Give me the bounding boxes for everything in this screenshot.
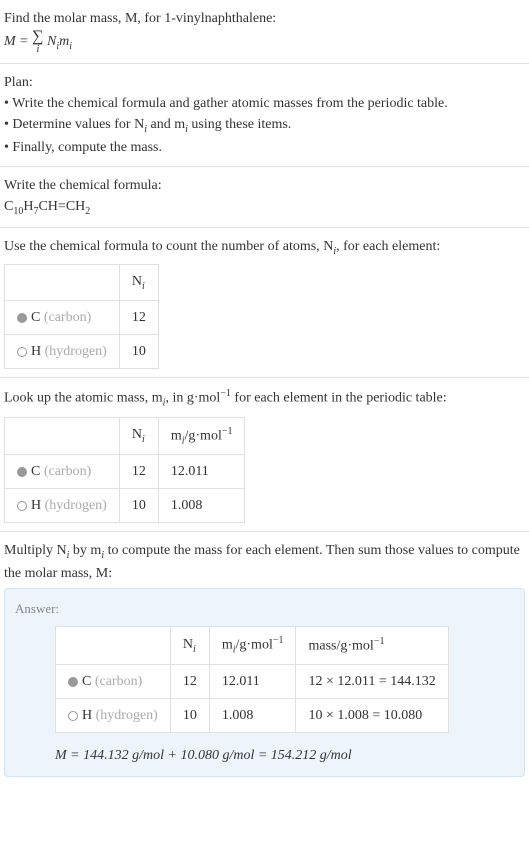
mi-cell: 12.011 — [158, 455, 245, 489]
table-row: C (carbon) 12 12.011 — [5, 455, 245, 489]
table-header-row: Ni mi/g·mol−1 — [5, 417, 245, 454]
chemformula-section: Write the chemical formula: C10H7CH=CH2 — [0, 167, 529, 228]
atomcount-table: Ni C (carbon) 12 H (hydrogen) 10 — [4, 264, 159, 369]
multiply-section: Multiply Ni by mi to compute the mass fo… — [0, 532, 529, 785]
col-mass: mass/g·mol−1 — [296, 627, 448, 664]
plan-header: Plan: — [4, 72, 525, 93]
mi-cell: 1.008 — [209, 698, 296, 732]
marker-filled-icon — [17, 467, 27, 477]
marker-filled-icon — [17, 313, 27, 323]
marker-empty-icon — [68, 711, 78, 721]
answer-box: Answer: Ni mi/g·mol−1 mass/g·mol−1 C (ca… — [4, 588, 525, 777]
atomcount-section: Use the chemical formula to count the nu… — [0, 228, 529, 379]
col-ni: Ni — [119, 265, 158, 301]
chemformula-value: C10H7CH=CH2 — [4, 196, 525, 219]
ni-cell: 12 — [170, 664, 209, 698]
atomicmass-header: Look up the atomic mass, mi, in g·mol−1 … — [4, 386, 525, 410]
plan-item: • Determine values for Ni and mi using t… — [4, 114, 525, 137]
marker-empty-icon — [17, 347, 27, 357]
element-cell: C (carbon) — [56, 664, 171, 698]
element-cell: H (hydrogen) — [5, 489, 120, 523]
atomicmass-section: Look up the atomic mass, mi, in g·mol−1 … — [0, 378, 529, 532]
plan-item: • Finally, compute the mass. — [4, 137, 525, 158]
table-row: C (carbon) 12 12.011 12 × 12.011 = 144.1… — [56, 664, 449, 698]
element-cell: H (hydrogen) — [56, 698, 171, 732]
ni-cell: 10 — [119, 335, 158, 369]
col-ni: Ni — [170, 627, 209, 664]
answer-table: Ni mi/g·mol−1 mass/g·mol−1 C (carbon) 12… — [55, 626, 449, 732]
ni-cell: 12 — [119, 301, 158, 335]
multiply-header: Multiply Ni by mi to compute the mass fo… — [4, 540, 525, 584]
table-header-row: Ni mi/g·mol−1 mass/g·mol−1 — [56, 627, 449, 664]
mi-cell: 12.011 — [209, 664, 296, 698]
col-ni: Ni — [119, 417, 158, 454]
element-cell: C (carbon) — [5, 301, 120, 335]
intro-line: Find the molar mass, M, for 1-vinylnapht… — [4, 8, 525, 29]
col-mi: mi/g·mol−1 — [158, 417, 245, 454]
final-result: M = 144.132 g/mol + 10.080 g/mol = 154.2… — [55, 745, 514, 766]
intro-section: Find the molar mass, M, for 1-vinylnapht… — [0, 0, 529, 64]
atomicmass-table: Ni mi/g·mol−1 C (carbon) 12 12.011 H (hy… — [4, 417, 245, 523]
col-element — [56, 627, 171, 664]
ni-cell: 10 — [119, 489, 158, 523]
element-cell: H (hydrogen) — [5, 335, 120, 369]
col-mi: mi/g·mol−1 — [209, 627, 296, 664]
mass-cell: 10 × 1.008 = 10.080 — [296, 698, 448, 732]
table-row: H (hydrogen) 10 1.008 — [5, 489, 245, 523]
table-row: C (carbon) 12 — [5, 301, 159, 335]
mass-cell: 12 × 12.011 = 144.132 — [296, 664, 448, 698]
plan-item: • Write the chemical formula and gather … — [4, 93, 525, 114]
intro-formula: M = ∑i Nimi — [4, 29, 525, 55]
col-element — [5, 265, 120, 301]
ni-cell: 10 — [170, 698, 209, 732]
plan-section: Plan: • Write the chemical formula and g… — [0, 64, 529, 167]
ni-cell: 12 — [119, 455, 158, 489]
chemformula-header: Write the chemical formula: — [4, 175, 525, 196]
marker-empty-icon — [17, 501, 27, 511]
atomcount-header: Use the chemical formula to count the nu… — [4, 236, 525, 259]
element-cell: C (carbon) — [5, 455, 120, 489]
answer-label: Answer: — [15, 599, 514, 619]
col-element — [5, 417, 120, 454]
table-row: H (hydrogen) 10 — [5, 335, 159, 369]
mi-cell: 1.008 — [158, 489, 245, 523]
table-row: H (hydrogen) 10 1.008 10 × 1.008 = 10.08… — [56, 698, 449, 732]
table-header-row: Ni — [5, 265, 159, 301]
marker-filled-icon — [68, 677, 78, 687]
